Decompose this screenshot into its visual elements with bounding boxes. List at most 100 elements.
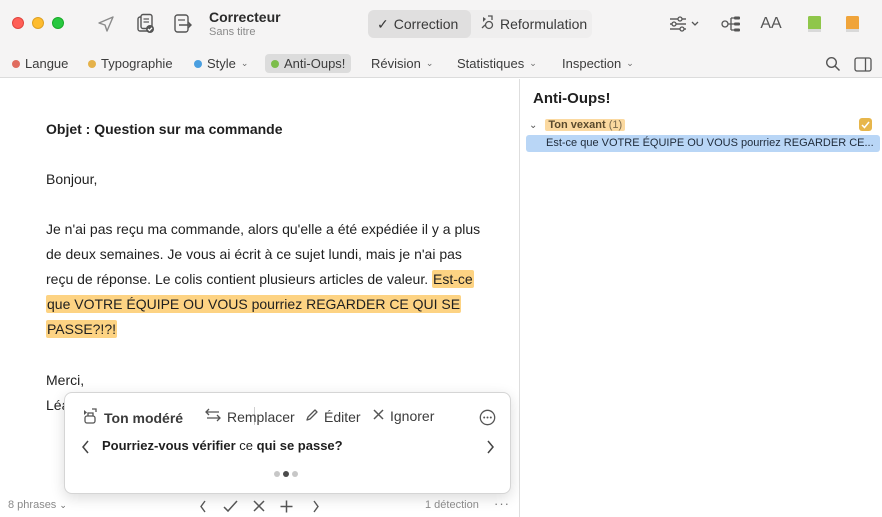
correction-mode-button[interactable]: ✓ Correction [368,10,471,38]
chevron-down-icon: ⌄ [626,58,634,68]
suggestion-part: ce [235,438,257,453]
greeting-line: Bonjour, [46,171,98,187]
swap-arrows-icon [204,408,222,425]
flagged-text-highlight[interactable]: que VOTRE ÉQUIPE OU VOUS pourriez REGARD… [46,295,462,313]
accept-icon[interactable] [221,498,239,514]
previous-suggestion-icon[interactable] [79,438,91,456]
suggestion-part: Pourriez-vous vérifier [102,438,236,453]
flagged-text-highlight[interactable]: Est-ce [432,270,474,288]
revision-menu[interactable]: Révision ⌄ [365,54,439,73]
detection-count: 1 détection [425,499,479,511]
add-icon[interactable] [278,498,294,514]
document-check-icon[interactable] [136,13,156,35]
send-icon[interactable] [96,14,116,34]
document-arrow-icon[interactable] [172,13,194,35]
font-size-icon[interactable]: AA [758,13,784,35]
body-line-1: Je n'ai pas reçu ma commande, alors qu'e… [46,221,481,237]
orange-book-icon[interactable] [844,14,862,34]
replace-button[interactable]: Remplacer [204,408,295,425]
group-label: Ton vexant (1) [545,119,626,131]
pencil-icon [305,408,319,425]
red-dot-icon [12,59,20,68]
filter-label: Langue [25,56,69,71]
ignore-button[interactable]: Ignorer [372,408,434,424]
more-dots-icon[interactable]: ··· [494,496,510,511]
menu-label: Statistiques [457,56,525,71]
close-window-button[interactable] [12,17,24,29]
settings-sliders-icon[interactable] [668,15,702,33]
chevron-down-icon: ⌄ [529,58,537,68]
body-line-3: reçu de réponse. Le colis contient plusi… [46,267,474,292]
closing-line: Merci, [46,372,85,388]
reformulation-mode-button[interactable]: Reformulation [471,10,592,38]
search-icon[interactable] [824,55,842,73]
document-subtitle: Sans titre [209,26,256,38]
filter-style[interactable]: Style ⌄ [188,54,254,73]
menu-label: Révision [371,56,421,71]
filter-anti-oups[interactable]: Anti-Oups! [265,54,352,73]
green-dot-icon [271,59,279,68]
phrases-count-menu[interactable]: 8 phrases ⌄ [8,499,67,511]
previous-icon[interactable] [197,498,209,514]
detection-item-selected[interactable]: Est-ce que VOTRE ÉQUIPE OU VOUS pourriez… [526,135,880,152]
detections-panel: Anti-Oups! ⌄ Ton vexant (1) Est-ce que V… [520,79,882,517]
body-line-4: que VOTRE ÉQUIPE OU VOUS pourriez REGARD… [46,292,462,317]
reformulation-label: Reformulation [500,16,588,32]
group-name: Ton vexant [548,119,606,131]
subject-line: Objet : Question sur ma commande [46,121,283,137]
suggestion-text[interactable]: Pourriez-vous vérifier ce qui se passe? [102,438,343,453]
ignore-label: Ignorer [390,408,435,424]
body-text: reçu de réponse. Le colis contient plusi… [46,271,432,287]
edit-button[interactable]: Éditer [305,408,361,425]
filter-label: Anti-Oups! [284,56,346,71]
filter-bar: Langue Typographie Style ⌄ Anti-Oups! Ré… [0,50,882,78]
correction-label: Correction [393,16,459,32]
bottom-bar: 8 phrases ⌄ 1 détection ··· [0,495,519,517]
suggestion-popover: Ton modéré Remplacer Éditer Ignorer Pour… [64,392,511,494]
inspection-menu[interactable]: Inspection ⌄ [556,54,640,73]
page-indicator [274,471,298,477]
group-count: (1) [608,119,623,131]
checkmark-icon: ✓ [377,15,389,32]
minimize-window-button[interactable] [32,17,44,29]
page-dot-active[interactable] [283,471,289,477]
checkbox-checked-icon[interactable] [859,118,872,131]
next-suggestion-icon[interactable] [484,438,496,456]
tone-label: Ton modéré [104,410,184,426]
green-book-icon[interactable] [806,14,824,34]
edit-label: Éditer [324,408,361,425]
more-options-icon[interactable] [478,408,496,426]
detection-group-row[interactable]: ⌄ Ton vexant (1) [529,117,872,133]
page-dot[interactable] [292,471,298,477]
chevron-down-icon: ⌄ [59,499,67,510]
chevron-down-icon: ⌄ [240,58,249,68]
sidebar-toggle-icon[interactable] [853,55,873,73]
yellow-dot-icon [88,59,96,68]
tone-button[interactable]: Ton modéré [81,408,183,428]
next-icon[interactable] [310,498,322,514]
filter-label: Style [207,56,236,71]
zoom-window-button[interactable] [52,17,64,29]
chevron-down-icon: ⌄ [425,58,434,68]
body-line-2: de deux semaines. Je vous ai écrit à ce … [46,246,462,262]
menu-label: Inspection [562,56,622,71]
reformulation-icon [480,15,495,33]
blue-dot-icon [194,59,202,68]
panel-title: Anti-Oups! [533,90,611,107]
app-title: Correcteur [209,9,281,25]
reject-icon[interactable] [251,498,267,514]
flagged-text-highlight[interactable]: PASSE?!?! [46,320,118,338]
page-dot[interactable] [274,471,280,477]
title-bar: Correcteur Sans titre ✓ Correction Refor… [0,0,882,50]
filter-typographie[interactable]: Typographie [82,54,179,73]
tree-outline-icon[interactable] [720,14,742,34]
close-icon [372,408,385,424]
mode-segmented-control: ✓ Correction Reformulation [368,10,592,38]
body-line-5: PASSE?!?! [46,317,118,342]
chevron-down-icon[interactable]: ⌄ [529,120,537,131]
statistiques-menu[interactable]: Statistiques ⌄ [451,54,543,73]
suggestion-part: qui se passe? [256,438,343,453]
filter-langue[interactable]: Langue [6,54,74,73]
tone-icon [81,408,99,428]
replace-label: Remplacer [227,408,295,425]
